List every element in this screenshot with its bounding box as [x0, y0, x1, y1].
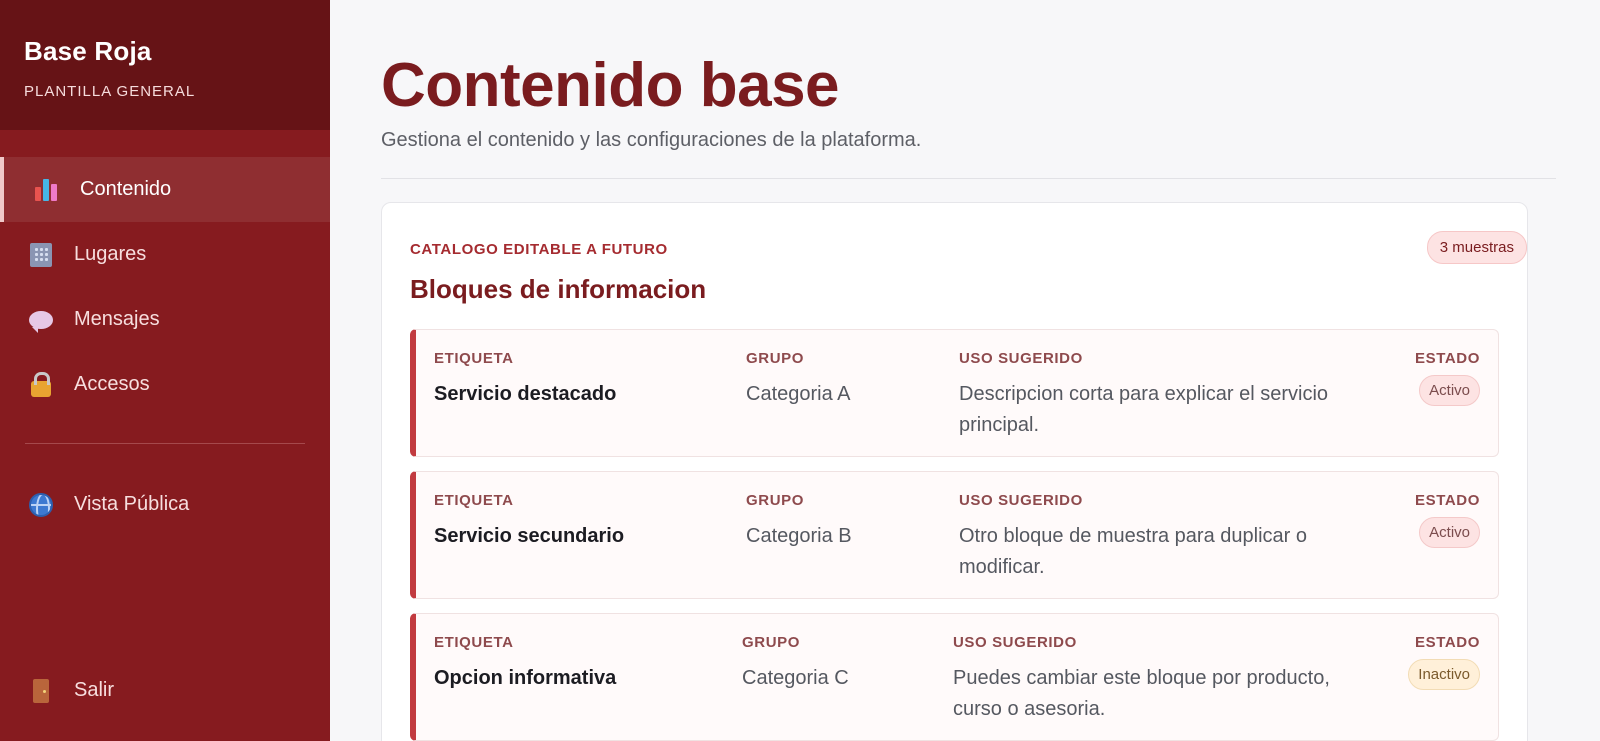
content-card: CATALOGO EDITABLE A FUTURO 3 muestras Bl… — [381, 202, 1528, 741]
brand-title: Base Roja — [24, 36, 152, 66]
bar-chart-icon — [34, 177, 60, 203]
status-column: ESTADO Inactivo — [1408, 634, 1480, 690]
row-label: Opcion informativa — [434, 667, 617, 689]
card-eyebrow: CATALOGO EDITABLE A FUTURO — [410, 241, 668, 258]
column-label-etiqueta: ETIQUETA — [434, 634, 514, 651]
sidebar-item-mensajes[interactable]: Mensajes — [0, 287, 330, 352]
row-group: Categoria B — [746, 525, 852, 547]
status-column: ESTADO Activo — [1415, 350, 1480, 406]
column-label-estado: ESTADO — [1415, 350, 1480, 367]
card-title: Bloques de informacion — [410, 274, 707, 304]
sidebar-item-lugares[interactable]: Lugares — [0, 222, 330, 287]
column-label-grupo: GRUPO — [746, 492, 805, 509]
main-content: Contenido base Gestiona el contenido y l… — [381, 0, 1556, 741]
status-badge: Inactivo — [1408, 659, 1480, 690]
page-title: Contenido base — [381, 51, 840, 120]
column-label-estado: ESTADO — [1415, 492, 1480, 509]
sidebar-item-salir[interactable]: Salir — [0, 658, 330, 723]
sidebar-item-label: Vista Pública — [74, 493, 190, 515]
info-block-row[interactable]: ETIQUETA Servicio destacado GRUPO Catego… — [410, 329, 1499, 457]
label-column: ETIQUETA Opcion informativa — [434, 634, 724, 694]
usage-column: USO SUGERIDO Descripcion corta para expl… — [959, 350, 1389, 441]
column-label-uso: USO SUGERIDO — [959, 492, 1083, 509]
speech-bubble-icon — [28, 307, 54, 333]
sidebar-item-label: Lugares — [74, 243, 147, 265]
sidebar-item-label: Mensajes — [74, 308, 160, 330]
row-usage: Descripcion corta para explicar el servi… — [959, 383, 1329, 436]
status-badge: Activo — [1419, 375, 1480, 406]
column-label-etiqueta: ETIQUETA — [434, 492, 514, 509]
brand: Base Roja PLANTILLA GENERAL — [0, 0, 330, 130]
count-badge: 3 muestras — [1426, 231, 1527, 264]
brand-subtitle: PLANTILLA GENERAL — [24, 83, 196, 100]
sidebar-item-accesos[interactable]: Accesos — [0, 352, 330, 417]
building-icon — [28, 242, 54, 268]
status-column: ESTADO Activo — [1415, 492, 1480, 548]
column-label-grupo: GRUPO — [746, 350, 805, 367]
row-group: Categoria C — [742, 667, 849, 689]
row-label: Servicio secundario — [434, 525, 625, 547]
column-label-grupo: GRUPO — [742, 634, 801, 651]
sidebar-divider — [25, 443, 305, 444]
info-block-row[interactable]: ETIQUETA Servicio secundario GRUPO Categ… — [410, 471, 1499, 599]
row-label: Servicio destacado — [434, 383, 617, 405]
header-divider — [381, 178, 1556, 179]
column-label-uso: USO SUGERIDO — [953, 634, 1077, 651]
group-column: GRUPO Categoria B — [746, 492, 946, 552]
sidebar-item-label: Contenido — [80, 178, 172, 200]
sidebar-item-label: Salir — [74, 679, 115, 701]
row-usage: Otro bloque de muestra para duplicar o m… — [959, 525, 1307, 578]
label-column: ETIQUETA Servicio secundario — [434, 492, 724, 552]
group-column: GRUPO Categoria A — [746, 350, 946, 410]
status-badge: Activo — [1419, 517, 1480, 548]
row-usage: Puedes cambiar este bloque por producto,… — [953, 667, 1330, 720]
info-block-row[interactable]: ETIQUETA Opcion informativa GRUPO Catego… — [410, 613, 1499, 741]
group-column: GRUPO Categoria C — [742, 634, 942, 694]
column-label-estado: ESTADO — [1415, 634, 1480, 651]
sidebar: Base Roja PLANTILLA GENERAL Contenido Lu… — [0, 0, 330, 741]
sidebar-nav: Contenido Lugares Mensajes Accesos Vista… — [0, 130, 330, 537]
sidebar-item-vista-publica[interactable]: Vista Pública — [0, 472, 330, 537]
usage-column: USO SUGERIDO Otro bloque de muestra para… — [959, 492, 1389, 583]
row-group: Categoria A — [746, 383, 851, 405]
info-block-list: ETIQUETA Servicio destacado GRUPO Catego… — [410, 329, 1499, 741]
column-label-etiqueta: ETIQUETA — [434, 350, 514, 367]
usage-column: USO SUGERIDO Puedes cambiar este bloque … — [953, 634, 1383, 725]
sidebar-item-label: Accesos — [74, 373, 150, 395]
sidebar-item-contenido[interactable]: Contenido — [0, 157, 330, 222]
column-label-uso: USO SUGERIDO — [959, 350, 1083, 367]
lock-icon — [28, 371, 54, 398]
page-subtitle: Gestiona el contenido y las configuracio… — [381, 129, 922, 151]
door-icon — [28, 678, 54, 704]
label-column: ETIQUETA Servicio destacado — [434, 350, 724, 410]
globe-icon — [28, 492, 54, 518]
